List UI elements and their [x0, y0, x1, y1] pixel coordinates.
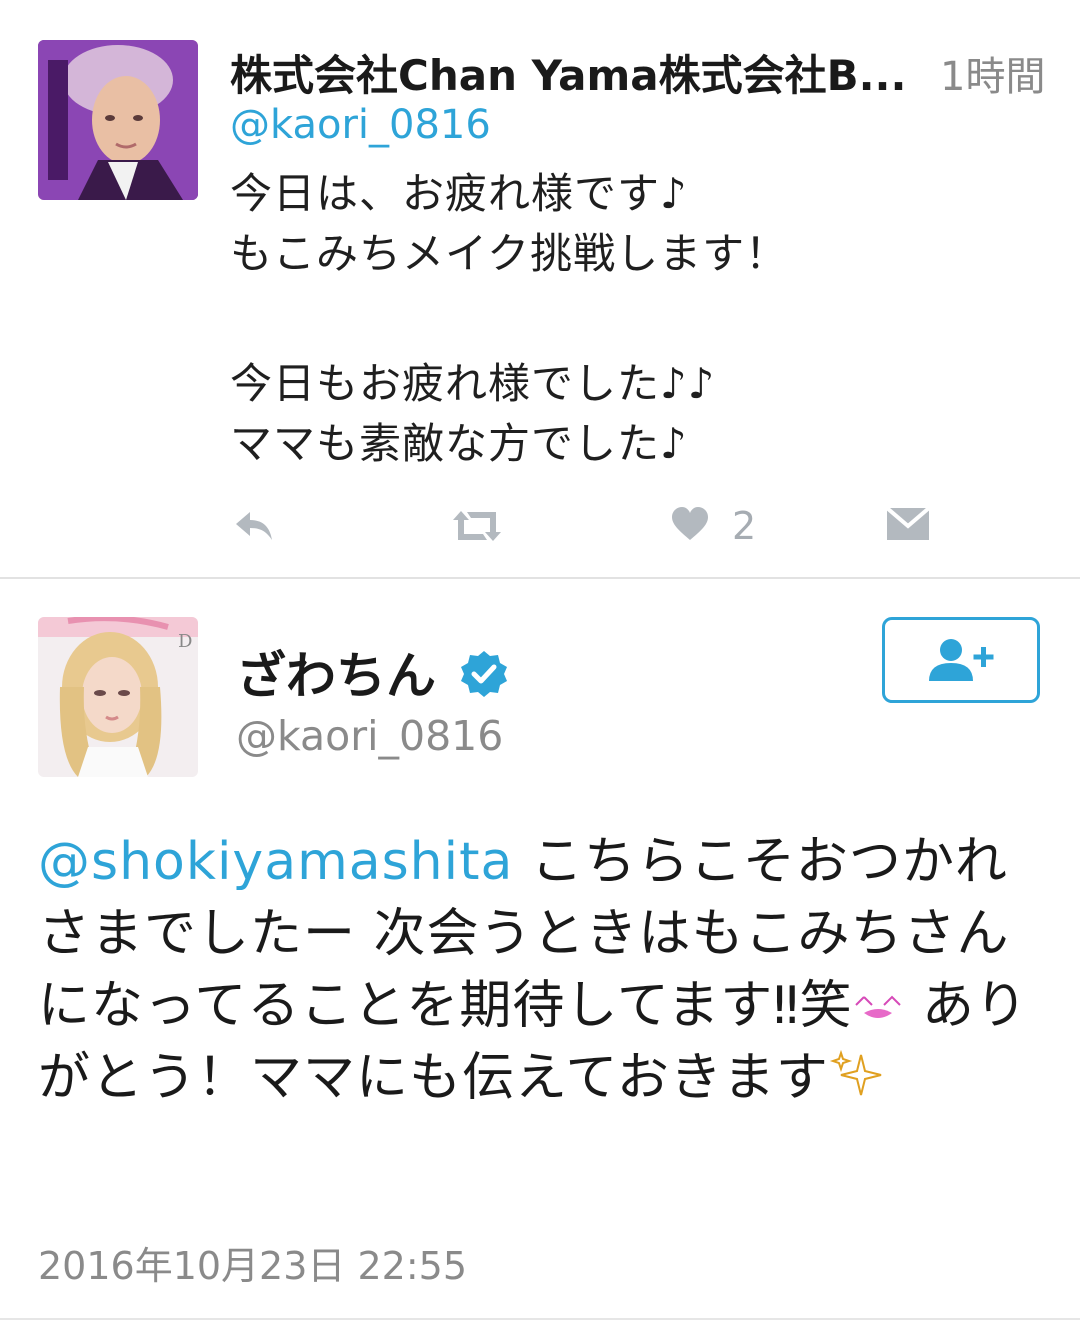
- reply-icon: [236, 512, 272, 540]
- add-user-icon: [929, 639, 994, 681]
- svg-text:D: D: [178, 631, 192, 652]
- tweet2-author-name[interactable]: ざわちん: [236, 636, 509, 708]
- retweet-icon: [453, 511, 501, 541]
- kiss-lips-emoji-icon: [855, 995, 902, 1018]
- tweet-divider: [0, 577, 1080, 579]
- avatar-portrait-image: D: [38, 617, 198, 777]
- tweet1-text-line: ママも素敵な方でした♪: [230, 419, 688, 468]
- verified-badge-icon: [461, 651, 508, 697]
- tweet1-author-name[interactable]: 株式会社Chan Yama株式会社B...: [230, 42, 920, 103]
- like-button[interactable]: [668, 502, 712, 546]
- avatar-portrait-image: [38, 40, 198, 200]
- mention-link[interactable]: @shokiyamashita: [38, 832, 513, 892]
- tweet1-text-line: 今日もお疲れ様でした♪♪: [230, 359, 716, 408]
- sparkles-emoji-icon: [829, 1049, 882, 1096]
- follow-button[interactable]: [882, 617, 1040, 703]
- tweet1-text-line: 今日は、お疲れ様です♪: [230, 169, 688, 218]
- tweet1-avatar[interactable]: [38, 40, 198, 200]
- envelope-icon: [885, 506, 931, 540]
- tweet2-avatar[interactable]: D: [38, 617, 198, 777]
- tweet2-author-name-text: ざわちん: [236, 647, 436, 705]
- like-count: 2: [732, 504, 757, 548]
- bottom-divider: [0, 1318, 1080, 1320]
- tweet2-body: @shokiyamashita こちらこそおつかれさまでしたー 次会うときはもこ…: [38, 826, 1048, 1114]
- tweet1-timestamp: 1時間: [940, 54, 1046, 100]
- tweet1-text-line: もこみちメイク挑戦します！: [230, 229, 789, 278]
- retweet-button[interactable]: [448, 504, 506, 548]
- heart-icon: [672, 507, 708, 540]
- tweet2-handle[interactable]: @kaori_0816: [236, 712, 503, 760]
- direct-message-button[interactable]: [884, 504, 932, 544]
- tweet2-date: 2016年10月23日 22:55: [38, 1244, 468, 1288]
- reply-button[interactable]: [228, 504, 280, 548]
- tweet1-handle[interactable]: @kaori_0816: [230, 102, 491, 148]
